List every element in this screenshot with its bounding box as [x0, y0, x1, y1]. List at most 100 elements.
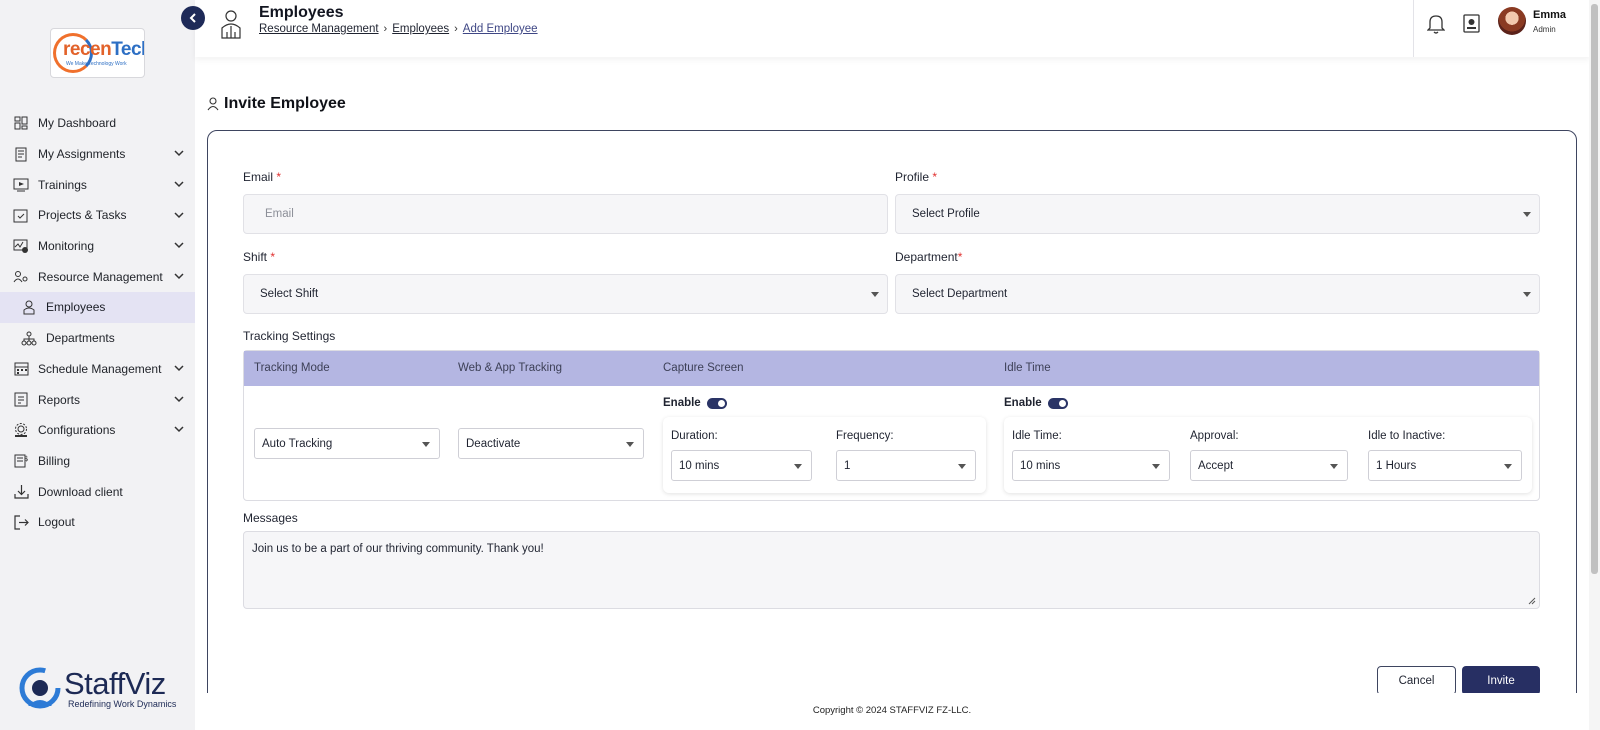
chevron-down-icon[interactable]	[173, 209, 185, 221]
resource-icon	[12, 268, 30, 286]
sidebar-item-configurations[interactable]: Configurations	[0, 415, 195, 446]
breadcrumb-separator-icon: ›	[454, 23, 458, 35]
sidebar-item-resource-management[interactable]: Resource Management	[0, 261, 195, 292]
caret-down-icon	[1523, 212, 1531, 217]
required-marker: *	[932, 170, 938, 184]
reports-icon	[12, 391, 30, 409]
sidebar-item-projects-tasks[interactable]: Projects & Tasks	[0, 200, 195, 231]
cancel-button[interactable]: Cancel	[1377, 666, 1456, 695]
sidebar-item-my-dashboard[interactable]: My Dashboard	[0, 108, 195, 139]
sidebar-item-label: My Dashboard	[38, 116, 117, 131]
page-title: Invite Employee	[207, 95, 346, 113]
messages-textarea[interactable]: Join us to be a part of our thriving com…	[243, 531, 1540, 609]
assignments-icon	[12, 145, 30, 163]
required-marker: *	[276, 170, 282, 184]
frequency-select[interactable]: 1	[836, 450, 976, 481]
sidebar-collapse-button[interactable]	[181, 6, 205, 30]
email-label: Email *	[243, 170, 282, 184]
chevron-down-icon[interactable]	[173, 240, 185, 252]
department-label: Department*	[895, 250, 963, 264]
chevron-down-icon[interactable]	[173, 424, 185, 436]
staffviz-logo: StaffViz Redefining Work Dynamics	[18, 666, 188, 712]
sidebar-item-label: My Assignments	[38, 147, 126, 162]
breadcrumb: Resource Management › Employees › Add Em…	[259, 23, 538, 35]
sidebar-item-label: Projects & Tasks	[38, 208, 127, 223]
invite-button[interactable]: Invite	[1462, 666, 1540, 695]
sidebar-item-label: Monitoring	[38, 239, 95, 254]
caret-down-icon	[626, 442, 634, 447]
logo-tagline: We Make Technology Work	[66, 61, 127, 67]
header-tracking-mode: Tracking Mode	[254, 362, 330, 374]
required-marker: *	[270, 250, 276, 264]
idle-enable: Enable	[1004, 397, 1068, 409]
profile-label: Profile *	[895, 170, 938, 184]
idle-time-toggle[interactable]	[1047, 397, 1068, 409]
caret-down-icon	[871, 292, 879, 297]
bell-icon[interactable]	[1426, 14, 1446, 34]
header-idle-time: Idle Time	[1004, 362, 1051, 374]
capture-screen-toggle[interactable]	[706, 397, 727, 409]
page-title-text: Invite Employee	[224, 95, 346, 112]
avatar[interactable]	[1498, 7, 1526, 35]
shift-select[interactable]: Select Shift	[243, 274, 888, 314]
id-badge-icon[interactable]	[1463, 14, 1480, 33]
web-app-tracking-select[interactable]: Deactivate	[458, 428, 644, 459]
sidebar-item-departments[interactable]: Departments	[0, 323, 195, 354]
company-logo: recenTech We Make Technology Work	[50, 28, 145, 78]
page-scrollbar[interactable]	[1589, 0, 1600, 730]
frequency-label: Frequency:	[836, 430, 894, 442]
sidebar-item-download-client[interactable]: Download client	[0, 476, 195, 507]
user-name: Emma	[1533, 9, 1567, 21]
svg-text:$: $	[24, 455, 28, 463]
user-role: Admin	[1533, 25, 1556, 34]
breadcrumb-employees[interactable]: Employees	[392, 23, 449, 35]
tracking-settings-table: Tracking Mode Web & App Tracking Capture…	[243, 350, 1540, 501]
sidebar-item-label: Resource Management	[38, 269, 163, 284]
sidebar-item-employees[interactable]: Employees	[0, 292, 195, 323]
sidebar-item-label: Departments	[46, 331, 115, 346]
sidebar-item-monitoring[interactable]: Monitoring	[0, 231, 195, 262]
brand-name: StaffViz	[64, 666, 166, 701]
chevron-down-icon[interactable]	[173, 393, 185, 405]
sidebar-item-my-assignments[interactable]: My Assignments	[0, 139, 195, 170]
idle-to-inactive-label: Idle to Inactive:	[1368, 430, 1446, 442]
caret-down-icon	[1504, 464, 1512, 469]
breadcrumb-add-employee[interactable]: Add Employee	[463, 23, 538, 35]
profile-select[interactable]: Select Profile	[895, 194, 1540, 234]
sidebar-item-logout[interactable]: Logout	[0, 507, 195, 538]
chevron-down-icon[interactable]	[173, 270, 185, 282]
email-field[interactable]: Email	[243, 194, 888, 234]
footer: Copyright © 2024 STAFFVIZ FZ-LLC.	[195, 693, 1589, 730]
chevron-down-icon[interactable]	[173, 148, 185, 160]
sidebar-item-label: Logout	[38, 515, 75, 530]
sidebar-item-label: Reports	[38, 392, 81, 407]
duration-select[interactable]: 10 mins	[671, 450, 812, 481]
sidebar-item-billing[interactable]: $ Billing	[0, 446, 195, 477]
approval-select[interactable]: Accept	[1190, 450, 1348, 481]
sidebar-item-label: Trainings	[38, 177, 87, 192]
logo-text: recenTech	[63, 39, 144, 60]
sidebar-item-label: Download client	[38, 484, 123, 499]
required-marker: *	[957, 250, 963, 264]
department-select[interactable]: Select Department	[895, 274, 1540, 314]
departments-icon	[20, 329, 38, 347]
caret-down-icon	[958, 464, 966, 469]
employees-icon	[20, 298, 38, 316]
billing-icon: $	[12, 452, 30, 470]
tracking-mode-select[interactable]: Auto Tracking	[254, 428, 440, 459]
sidebar-item-reports[interactable]: Reports	[0, 384, 195, 415]
breadcrumb-resource-management[interactable]: Resource Management	[259, 23, 379, 35]
sidebar-item-label: Configurations	[38, 423, 116, 438]
idle-time-select[interactable]: 10 mins	[1012, 450, 1170, 481]
copyright-text: Copyright © 2024 STAFFVIZ FZ-LLC.	[812, 705, 972, 716]
sidebar: recenTech We Make Technology Work My Das…	[0, 0, 195, 730]
resize-handle-icon[interactable]	[1528, 597, 1536, 605]
chevron-down-icon[interactable]	[173, 363, 185, 375]
idle-to-inactive-select[interactable]: 1 Hours	[1368, 450, 1522, 481]
sidebar-item-schedule-management[interactable]: Schedule Management	[0, 354, 195, 385]
chevron-down-icon[interactable]	[173, 178, 185, 190]
scrollbar-thumb[interactable]	[1591, 4, 1598, 574]
sidebar-item-label: Employees	[46, 300, 106, 315]
sidebar-item-label: Billing	[38, 453, 71, 468]
sidebar-item-trainings[interactable]: Trainings	[0, 169, 195, 200]
